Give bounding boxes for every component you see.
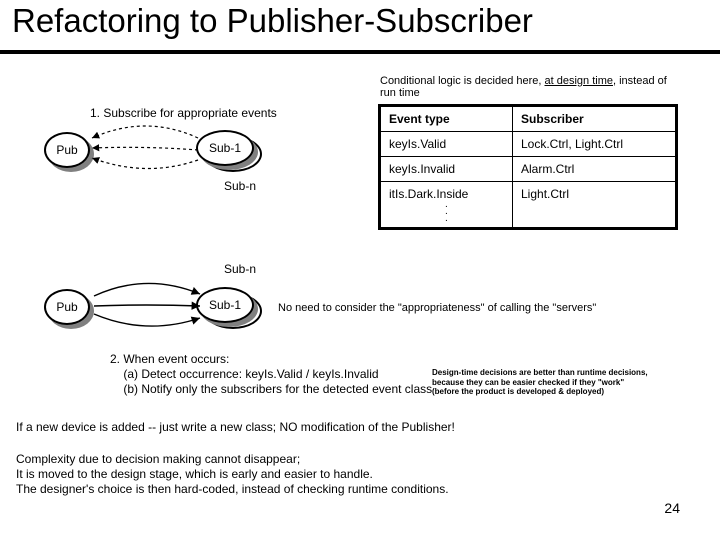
th-event: Event type: [380, 106, 513, 132]
td-text: itIs.Dark.Inside: [389, 187, 468, 201]
conditional-note: Conditional logic is decided here, at de…: [380, 75, 680, 99]
td: itIs.Dark.Inside ...: [380, 182, 513, 229]
page-number: 24: [664, 500, 680, 516]
page-title: Refactoring to Publisher-Subscriber: [12, 2, 533, 40]
step2-l3: (b) Notify only the subscribers for the …: [110, 382, 432, 397]
no-need-note: No need to consider the "appropriateness…: [278, 302, 596, 314]
step-2-block: 2. When event occurs: (a) Detect occurre…: [110, 352, 432, 397]
step2-l1: 2. When event occurs:: [110, 352, 432, 367]
subn-label-bot: Sub-n: [224, 262, 256, 276]
td: Lock.Ctrl, Light.Ctrl: [513, 132, 677, 157]
title-rule: [0, 50, 720, 54]
table-row: keyIs.Invalid Alarm.Ctrl: [380, 157, 677, 182]
cond-note-b: at design time: [545, 75, 613, 87]
dots: ...: [389, 201, 504, 222]
cond-note-a: Conditional logic is decided here,: [380, 75, 545, 87]
td: Light.Ctrl: [513, 182, 677, 229]
dn-l1: Design-time decisions are better than ru…: [432, 368, 692, 378]
dn-l2: because they can be easier checked if th…: [432, 378, 692, 388]
if-new-device: If a new device is added -- just write a…: [16, 420, 455, 434]
subn-label-top: Sub-n: [224, 179, 256, 193]
td: keyIs.Invalid: [380, 157, 513, 182]
cx-l3: The designer's choice is then hard-coded…: [16, 482, 449, 497]
complexity-block: Complexity due to decision making cannot…: [16, 452, 449, 497]
pub-top: Pub: [44, 132, 90, 168]
notify-arrows: [86, 274, 206, 336]
td: Alarm.Ctrl: [513, 157, 677, 182]
step2-l2: (a) Detect occurrence: keyIs.Valid / key…: [110, 367, 432, 382]
subscribe-arrows: [86, 118, 206, 180]
table-row: keyIs.Valid Lock.Ctrl, Light.Ctrl: [380, 132, 677, 157]
dn-l3: (before the product is developed & deplo…: [432, 387, 692, 397]
cx-l1: Complexity due to decision making cannot…: [16, 452, 449, 467]
table-row: itIs.Dark.Inside ... Light.Ctrl: [380, 182, 677, 229]
td: keyIs.Valid: [380, 132, 513, 157]
cx-l2: It is moved to the design stage, which i…: [16, 467, 449, 482]
event-table: Event type Subscriber keyIs.Valid Lock.C…: [378, 104, 678, 230]
pub-bot: Pub: [44, 289, 90, 325]
design-note: Design-time decisions are better than ru…: [432, 368, 692, 397]
th-subscriber: Subscriber: [513, 106, 677, 132]
